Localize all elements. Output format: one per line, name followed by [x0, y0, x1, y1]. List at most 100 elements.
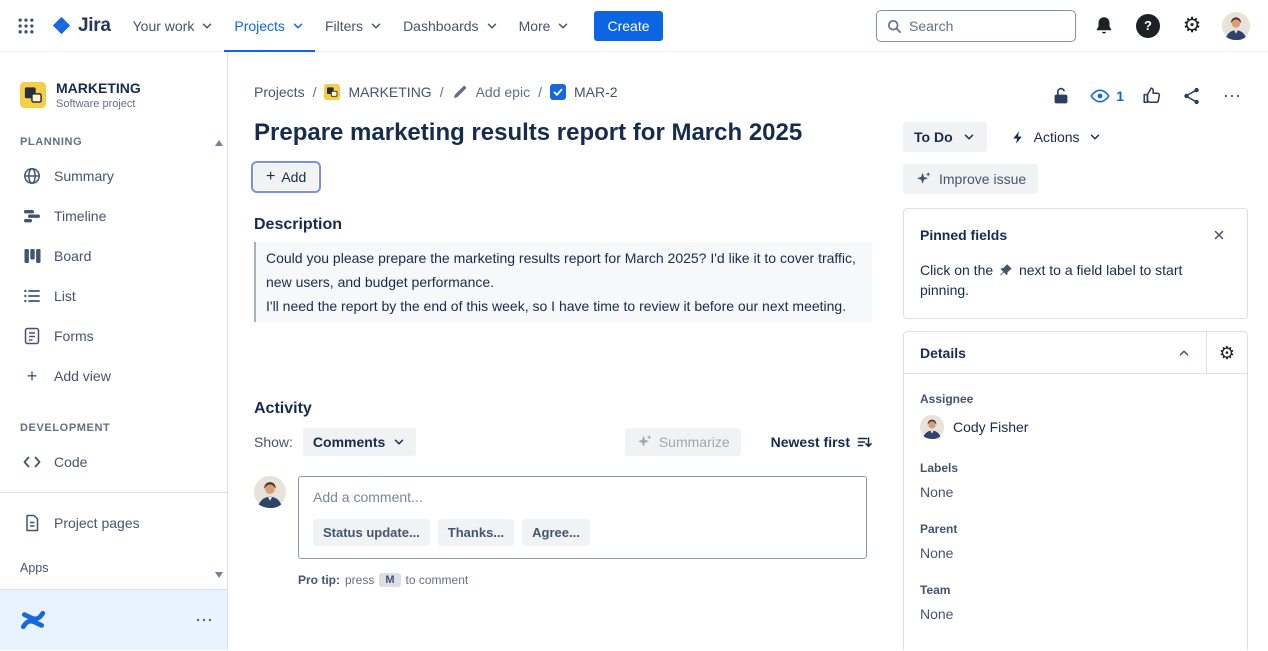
app-switcher-button[interactable]	[10, 10, 42, 42]
comment-box[interactable]: Status update... Thanks... Agree...	[298, 476, 867, 559]
task-type-icon	[550, 84, 566, 100]
vote-button[interactable]	[1136, 80, 1168, 112]
issue-description[interactable]: Could you please prepare the marketing r…	[254, 242, 872, 322]
sidebar-item-label: List	[54, 288, 76, 304]
more-actions-button[interactable]: ⋯	[1216, 80, 1248, 112]
status-row: To Do Actions	[903, 122, 1248, 152]
activity-heading: Activity	[254, 400, 872, 418]
sparkle-icon	[636, 434, 652, 450]
nav-item-label: Your work	[133, 18, 195, 34]
description-paragraph: I'll need the report by the end of this …	[266, 294, 862, 318]
sidebar-item-label: Project pages	[54, 515, 140, 531]
help-icon: ?	[1136, 14, 1160, 38]
summarize-button[interactable]: Summarize	[625, 428, 741, 456]
plus-icon: +	[266, 169, 275, 185]
confluence-app-button[interactable]	[20, 607, 46, 633]
sidebar-section-planning: PLANNING	[0, 136, 227, 148]
breadcrumb-separator: /	[538, 84, 542, 100]
profile-button[interactable]	[1220, 10, 1252, 42]
quick-reply-thanks[interactable]: Thanks...	[438, 519, 514, 546]
sidebar-item-board[interactable]: Board	[0, 236, 227, 276]
parent-value[interactable]: None	[920, 545, 1231, 561]
project-header[interactable]: MARKETING Software project	[0, 80, 227, 110]
nav-item-projects[interactable]: Projects	[224, 0, 315, 52]
labels-value[interactable]: None	[920, 484, 1231, 500]
project-sidebar: MARKETING Software project PLANNING Summ…	[0, 52, 228, 650]
timeline-icon	[22, 206, 42, 226]
sidebar-item-project-pages[interactable]: Project pages	[0, 503, 227, 543]
pro-tip-bold: Pro tip:	[298, 573, 340, 587]
activity-filter-row: Show: Comments Summarize Newest first	[254, 428, 872, 456]
sidebar-item-code[interactable]: Code	[0, 442, 227, 482]
sidebar-scroll-up[interactable]	[215, 140, 223, 146]
status-label: To Do	[914, 129, 953, 145]
nav-item-filters[interactable]: Filters	[315, 0, 393, 52]
gear-icon: ⚙	[1219, 344, 1235, 362]
chevron-down-icon	[392, 435, 406, 449]
thumbs-up-icon	[1141, 85, 1163, 107]
sort-label: Newest first	[771, 434, 850, 450]
sidebar-item-list[interactable]: List	[0, 276, 227, 316]
share-button[interactable]	[1176, 80, 1208, 112]
actions-dropdown[interactable]: Actions	[1009, 122, 1104, 152]
comment-input[interactable]	[313, 489, 852, 505]
field-assignee: Assignee Cody Fisher	[920, 392, 1231, 439]
issue-title[interactable]: Prepare marketing results report for Mar…	[254, 118, 872, 148]
sidebar-scroll-down[interactable]	[215, 572, 223, 578]
breadcrumb: Projects / MARKETING / Add epic / MAR-2	[254, 82, 872, 102]
project-avatar-icon	[20, 82, 46, 108]
add-view-button[interactable]: + Add view	[0, 356, 227, 396]
global-search[interactable]	[876, 10, 1076, 42]
close-pinned-fields-button[interactable]	[1207, 223, 1231, 247]
nav-item-dashboards[interactable]: Dashboards	[393, 0, 509, 52]
breadcrumb-project[interactable]: MARKETING	[348, 84, 431, 100]
breadcrumb-issue-key[interactable]: MAR-2	[574, 84, 618, 100]
comment-composer-row: Status update... Thanks... Agree...	[254, 476, 872, 559]
pencil-icon	[452, 84, 468, 100]
jira-logo[interactable]: Jira	[42, 0, 123, 52]
breadcrumb-projects[interactable]: Projects	[254, 84, 305, 100]
team-value[interactable]: None	[920, 606, 1231, 622]
quick-reply-agree[interactable]: Agree...	[522, 519, 590, 546]
sort-order-button[interactable]: Newest first	[771, 434, 872, 450]
sidebar-section-apps: Apps	[0, 561, 227, 575]
pinned-fields-card: Pinned fields Click on the next to a fie…	[903, 208, 1248, 319]
watch-button[interactable]: 1	[1085, 80, 1128, 112]
breadcrumb-separator: /	[440, 84, 444, 100]
collapse-details-button[interactable]	[1168, 337, 1200, 369]
nav-item-your-work[interactable]: Your work	[123, 0, 225, 52]
issue-main: Projects / MARKETING / Add epic / MAR-2 …	[228, 52, 903, 650]
sidebar-item-forms[interactable]: Forms	[0, 316, 227, 356]
settings-button[interactable]: ⚙	[1176, 10, 1208, 42]
assignee-value[interactable]: Cody Fisher	[920, 415, 1231, 439]
breadcrumb-add-epic[interactable]: Add epic	[476, 84, 530, 100]
chevron-down-icon	[1088, 130, 1102, 144]
help-button[interactable]: ?	[1132, 10, 1164, 42]
configure-fields-button[interactable]: ⚙	[1207, 332, 1247, 374]
share-icon	[1181, 85, 1203, 107]
nav-item-more[interactable]: More	[509, 0, 581, 52]
pinned-fields-title: Pinned fields	[920, 227, 1007, 243]
globe-icon	[22, 166, 42, 186]
improve-issue-button[interactable]: Improve issue	[903, 164, 1038, 194]
keyboard-shortcut-key: M	[379, 573, 400, 587]
notifications-button[interactable]	[1088, 10, 1120, 42]
unlock-icon	[1050, 85, 1072, 107]
quick-reply-status-update[interactable]: Status update...	[313, 519, 430, 546]
search-input[interactable]	[909, 18, 1066, 34]
nav-item-label: Dashboards	[403, 18, 479, 34]
sidebar-item-summary[interactable]: Summary	[0, 156, 227, 196]
create-button[interactable]: Create	[594, 11, 662, 41]
pro-tip-press: press	[345, 573, 374, 587]
eye-icon	[1089, 85, 1111, 107]
add-content-button[interactable]: + Add	[254, 164, 318, 190]
comments-filter-dropdown[interactable]: Comments	[303, 428, 416, 456]
search-icon	[886, 18, 902, 34]
more-icon: ⋯	[195, 610, 213, 630]
sidebar-footer-more-button[interactable]: ⋯	[195, 611, 213, 629]
breadcrumb-separator: /	[313, 84, 317, 100]
security-level-button[interactable]	[1045, 80, 1077, 112]
sidebar-item-timeline[interactable]: Timeline	[0, 196, 227, 236]
user-avatar	[1222, 12, 1250, 40]
status-dropdown[interactable]: To Do	[903, 122, 987, 152]
